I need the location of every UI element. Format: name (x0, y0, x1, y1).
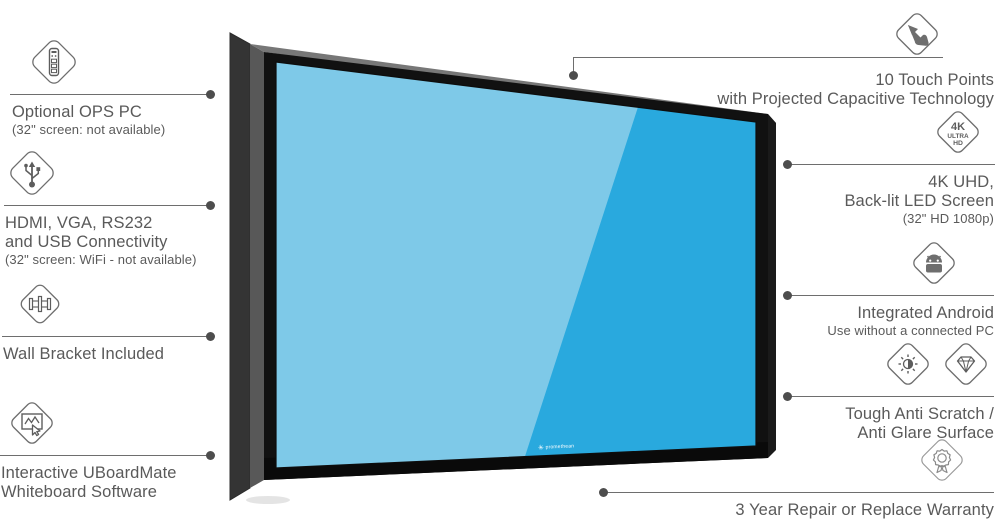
callout-line-2: Back-lit LED Screen (844, 192, 994, 211)
callout-wall-bracket[interactable]: Wall Bracket Included (0, 272, 224, 364)
callout-whiteboard-connector (0, 451, 215, 461)
callout-line-1: 3 Year Repair or Replace Warranty (735, 501, 994, 519)
callout-surface-icon-row (770, 332, 998, 390)
connector-line (0, 455, 214, 456)
callout-warranty-connector (599, 488, 994, 498)
connector-line (784, 164, 995, 165)
display-shadow (246, 496, 290, 504)
callout-sub: (32" screen: WiFi - not available) (5, 252, 197, 268)
usb-connector-icon (6, 147, 58, 199)
callout-sub: (32" screen: not available) (12, 122, 166, 138)
callout-wall-bracket-text: Wall Bracket Included (0, 342, 224, 364)
callout-warranty-text: 3 Year Repair or Replace Warranty (586, 498, 998, 520)
whiteboard-software-icon (6, 397, 58, 449)
brand-logo-mark: ✳ (537, 444, 545, 452)
callout-warranty-icon-row (586, 428, 998, 486)
display-left-side-panel (230, 33, 250, 500)
callout-line-1: 4K UHD, (928, 173, 994, 191)
display-left-bezel-strip (250, 44, 264, 488)
callout-surface-connector (783, 392, 994, 402)
touch-hand-icon (891, 8, 943, 60)
brand-logo-text: promethean (545, 443, 575, 451)
callout-connectivity-connector (4, 201, 215, 211)
callout-line-1: Integrated Android (857, 304, 994, 322)
connector-dot (783, 392, 792, 401)
callout-line-1: HDMI, VGA, RS232 (5, 214, 153, 232)
callout-touch-points[interactable]: 10 Touch Points with Projected Capacitiv… (600, 2, 995, 109)
callout-whiteboard-software[interactable]: Interactive UBoardMate Whiteboard Softwa… (0, 391, 224, 502)
callout-ops-pc[interactable]: Optional OPS PC (32" screen: not availab… (0, 30, 224, 137)
callout-resolution[interactable]: 4K ULTRA HD 4K UHD, Back-lit LED Screen … (770, 100, 998, 226)
warranty-ribbon-icon (916, 434, 968, 486)
callout-line-1: Interactive UBoardMate (1, 464, 177, 482)
callout-ops-pc-connector (10, 90, 215, 100)
connector-dot (599, 488, 608, 497)
connector-dot (206, 201, 215, 210)
4k-ultra-hd-icon: 4K ULTRA HD (932, 106, 984, 158)
ops-pc-module-icon (28, 36, 80, 88)
callout-connectivity[interactable]: HDMI, VGA, RS232 and USB Connectivity (3… (0, 141, 224, 267)
icon-text-ultra: ULTRA (947, 133, 969, 140)
callout-line-2: and USB Connectivity (5, 233, 168, 252)
diamond-hardness-icon (940, 338, 992, 390)
callout-line-1: Optional OPS PC (12, 103, 142, 121)
android-robot-icon (908, 237, 960, 289)
callout-resolution-icon-row: 4K ULTRA HD (770, 100, 998, 158)
callout-line-2: Whiteboard Software (1, 483, 157, 502)
connector-dot (206, 90, 215, 99)
callout-line-1: Tough Anti Scratch / (845, 405, 994, 423)
callout-ops-pc-icon-row (0, 30, 224, 88)
connector-line (10, 94, 214, 95)
callout-whiteboard-text: Interactive UBoardMate Whiteboard Softwa… (0, 461, 224, 502)
callout-line-1: 10 Touch Points (875, 71, 994, 89)
product-feature-diagram: ✳ promethean Optional OPS PC (32" screen… (0, 0, 1001, 522)
callout-wall-bracket-connector (2, 332, 215, 342)
callout-android-icon-row (770, 231, 998, 289)
callout-android[interactable]: Integrated Android Use without a connect… (770, 231, 998, 338)
callout-resolution-connector (783, 160, 995, 170)
icon-text-hd: HD (953, 140, 963, 147)
wall-bracket-icon (14, 278, 66, 330)
callout-wall-bracket-icon-row (0, 272, 224, 330)
callout-line-1: Wall Bracket Included (3, 345, 165, 363)
callout-touch-points-icon-row (600, 2, 995, 60)
callout-resolution-text: 4K UHD, Back-lit LED Screen (32" HD 1080… (770, 170, 998, 226)
connector-dot (783, 160, 792, 169)
callout-android-connector (783, 291, 994, 301)
connector-dot (206, 332, 215, 341)
connector-line (784, 295, 994, 296)
callout-sub: (32" HD 1080p) (902, 211, 994, 227)
connector-line (2, 336, 214, 337)
icon-text-4k: 4K (951, 121, 965, 133)
connector-dot (206, 451, 215, 460)
anti-glare-brightness-icon (882, 338, 934, 390)
brand-logo: ✳ promethean (538, 442, 575, 452)
callout-ops-pc-text: Optional OPS PC (32" screen: not availab… (0, 100, 224, 137)
callout-connectivity-text: HDMI, VGA, RS232 and USB Connectivity (3… (0, 211, 224, 267)
connector-line (784, 396, 994, 397)
callout-warranty[interactable]: 3 Year Repair or Replace Warranty (586, 428, 998, 520)
connector-dot (783, 291, 792, 300)
callout-surface[interactable]: Tough Anti Scratch / Anti Glare Surface (770, 332, 998, 443)
callout-whiteboard-icon-row (0, 391, 224, 449)
connector-line (600, 492, 994, 493)
connector-line (4, 205, 214, 206)
callout-connectivity-icon-row (0, 141, 224, 199)
